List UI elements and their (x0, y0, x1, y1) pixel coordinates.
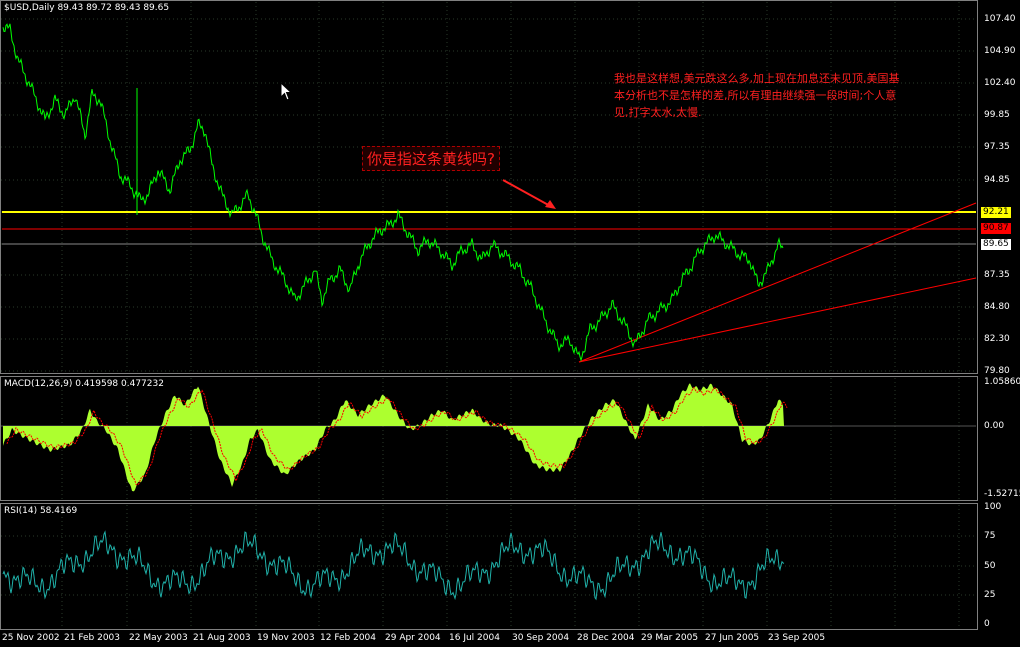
date-tick: 21 Feb 2003 (64, 633, 121, 643)
date-tick: 29 Mar 2005 (641, 633, 699, 643)
price-chart-header: $USD,Daily 89.43 89.72 89.43 89.65 (4, 3, 170, 13)
price-tick: 79.80 (984, 366, 1010, 376)
price-tick: 84.80 (984, 302, 1010, 312)
date-tick: 27 Jun 2005 (705, 633, 760, 643)
price-tick: 94.85 (984, 175, 1010, 185)
date-tick: 21 Aug 2003 (193, 633, 251, 643)
current-price-tag: 89.65 (981, 239, 1011, 250)
rsi-tick-100: 100 (984, 502, 1002, 512)
date-tick: 28 Dec 2004 (577, 633, 635, 643)
price-tick: 97.35 (984, 142, 1010, 152)
date-tick: 12 Feb 2004 (320, 633, 377, 643)
price-tick: 87.35 (984, 270, 1010, 280)
date-tick: 29 Apr 2004 (385, 633, 441, 643)
macd-tick-zero: 0.00 (984, 421, 1005, 431)
date-tick: 25 Nov 2002 (2, 633, 60, 643)
price-tick: 99.85 (984, 110, 1010, 120)
price-tick: 82.30 (984, 334, 1010, 344)
opinion-annotation: 我也是这样想,美元跌这么多,加上现在加息还未见顶,美国基本分析也不是怎样的差,所… (614, 72, 900, 119)
date-tick: 19 Nov 2003 (257, 633, 315, 643)
annotation-arrow (502, 179, 553, 208)
macd-tick-bottom: -1.52715 (984, 489, 1020, 499)
date-tick: 22 May 2003 (129, 633, 188, 643)
question-annotation: 你是指这条黄线吗? (362, 146, 500, 171)
macd-tick-top: 1.05860 (984, 377, 1020, 387)
date-tick: 30 Sep 2004 (512, 633, 570, 643)
rsi-tick-25: 25 (984, 590, 996, 600)
macd-header: MACD(12,26,9) 0.419598 0.477232 (4, 379, 164, 389)
date-tick: 16 Jul 2004 (449, 633, 500, 643)
yellow-line-price-tag: 92.21 (981, 207, 1011, 218)
macd-histogram (3, 383, 784, 492)
rsi-header: RSI(14) 58.4169 (4, 506, 78, 516)
red-line-price-tag: 90.87 (981, 223, 1011, 234)
price-tick: 102.40 (984, 78, 1016, 88)
rsi-tick-0: 0 (984, 619, 990, 629)
rsi-tick-50: 50 (984, 561, 996, 571)
rsi-tick-75: 75 (984, 531, 996, 541)
mouse-cursor-icon (280, 82, 293, 101)
date-tick: 23 Sep 2005 (768, 633, 826, 643)
price-tick: 107.40 (984, 14, 1016, 24)
price-tick: 104.90 (984, 46, 1016, 56)
